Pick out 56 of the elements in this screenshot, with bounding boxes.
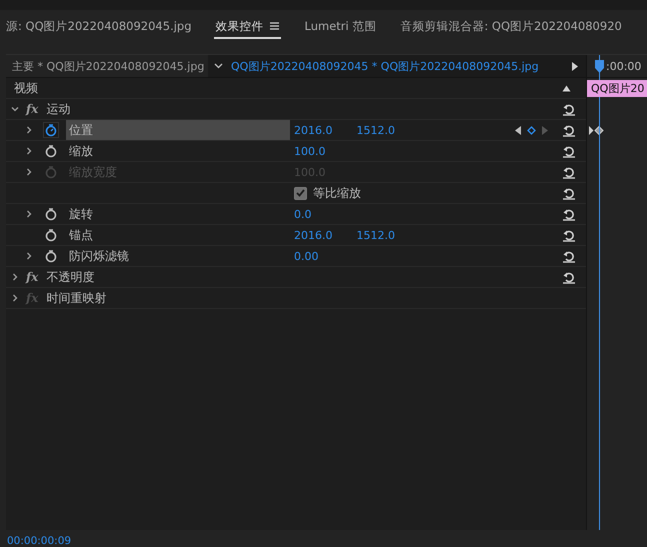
expand-chevron-icon[interactable] [24,125,34,135]
checkbox[interactable] [294,186,307,200]
collapse-triangle-icon[interactable] [562,84,571,92]
keyframe-icon[interactable] [589,126,605,134]
effect-label: 时间重映射 [46,290,106,306]
reset-icon[interactable] [562,144,576,158]
stopwatch-icon[interactable] [44,123,58,137]
reset-icon[interactable] [562,270,576,284]
add-keyframe-icon[interactable] [526,126,536,134]
property-value[interactable]: 0.00 [294,250,318,262]
expand-chevron-icon[interactable] [24,209,34,219]
effect-label: 不透明度 [46,268,94,286]
collapse-chevron-icon[interactable] [10,104,20,114]
property-value[interactable]: 2016.0 [294,124,332,136]
timecode[interactable]: 00:00:00:09 [7,535,72,547]
property-value[interactable]: 2016.0 [294,228,332,242]
stopwatch-icon[interactable] [44,144,58,158]
effect-label: 运动 [46,100,70,118]
master-clip-label: 主要 * QQ图片20220408092045.jpg [11,58,206,74]
section-label: 视频 [14,80,38,96]
checkbox-label: 等比缩放 [313,184,361,202]
fx-toggle[interactable]: fx [26,102,38,116]
property-value[interactable]: 1512.0 [356,228,395,242]
timeline-clip[interactable]: QQ图片20 [587,80,647,96]
chevron-down-icon[interactable] [214,63,223,69]
reset-icon[interactable] [562,102,576,116]
property-label: 锚点 [69,226,93,244]
property-label: 防闪烁滤镜 [69,248,129,264]
expand-chevron-icon[interactable] [24,146,34,156]
expand-chevron-icon[interactable] [24,251,34,261]
property-label: 旋转 [69,206,93,222]
previous-keyframe-icon[interactable] [514,126,520,134]
reset-icon[interactable] [562,207,576,221]
panel-tab[interactable]: 效果控件 [214,15,281,39]
expand-chevron-icon[interactable] [10,293,20,303]
reset-icon[interactable] [562,186,576,200]
reset-icon[interactable] [562,228,576,242]
property-value[interactable]: 100.0 [294,144,326,158]
panel-tab[interactable]: 源: QQ图片20220408092045.jpg [4,15,194,39]
property-value[interactable]: 1512.0 [356,124,395,136]
stopwatch-icon[interactable] [44,207,58,221]
property-value[interactable]: 0.0 [294,208,312,220]
expand-chevron-icon[interactable] [10,272,20,282]
menu-icon[interactable] [270,22,279,30]
panel-tab[interactable]: 音频剪辑混合器: QQ图片202204080920 [398,15,624,39]
property-label: 位置 [69,122,93,138]
property-label: 缩放 [69,142,93,160]
sequence-clip-dropdown[interactable]: QQ图片20220408092045 * QQ图片20220408092045.jpg [208,55,586,77]
reset-icon[interactable] [562,249,576,263]
play-triangle-icon[interactable] [572,62,578,70]
panel-tab[interactable]: Lumetri 范围 [302,15,378,39]
ruler-time: :00:00 [606,60,642,72]
stopwatch-icon[interactable] [44,228,58,242]
stopwatch-icon[interactable] [44,249,58,263]
fx-toggle[interactable]: fx [26,270,38,284]
reset-icon[interactable] [562,123,576,137]
